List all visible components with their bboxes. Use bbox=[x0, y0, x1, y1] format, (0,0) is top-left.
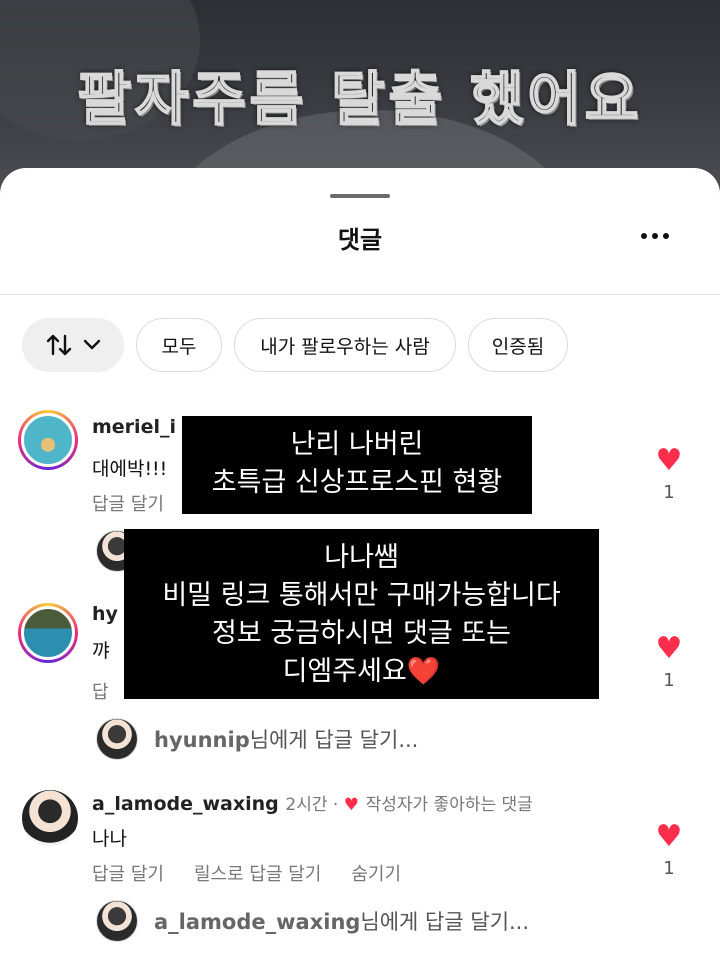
video-title: 팔자주름 탈출 했어요 bbox=[77, 64, 643, 134]
like-count: 1 bbox=[663, 858, 675, 879]
caption-line: 정보 궁금하시면 댓글 또는 bbox=[212, 618, 511, 649]
drag-handle[interactable] bbox=[330, 194, 390, 198]
liked-by-author-label: 작성자가 좋아하는 댓글 bbox=[365, 795, 533, 815]
meta-separator: · bbox=[327, 795, 344, 815]
reels-reply-button[interactable]: 릴스로 답글 달기 bbox=[194, 860, 321, 886]
caption-overlay-1: 난리 나버린 초특급 신상프로스핀 현황 bbox=[182, 416, 532, 514]
avatar[interactable] bbox=[18, 410, 78, 470]
like-count: 1 bbox=[663, 482, 675, 503]
username-text[interactable]: a_lamode_waxing bbox=[92, 793, 279, 815]
comment-text: 나나 bbox=[92, 828, 127, 850]
avatar bbox=[96, 900, 138, 942]
heart-icon[interactable]: ♥ bbox=[654, 446, 684, 476]
reply-button[interactable]: 답 bbox=[92, 678, 109, 704]
comment-text: 대에박!!! bbox=[92, 458, 168, 480]
avatar bbox=[96, 718, 138, 760]
like-control: ♥ 1 bbox=[654, 822, 684, 880]
comment-username[interactable]: meriel_i bbox=[92, 416, 176, 438]
comment-time: 2시간 bbox=[285, 795, 328, 815]
red-heart-emoji: ❤️ bbox=[406, 656, 441, 687]
comment-text: 꺄 bbox=[92, 640, 110, 662]
reply-prompt-text: 님에게 답글 달기... bbox=[360, 910, 530, 934]
reply-button[interactable]: 답글 달기 bbox=[92, 490, 164, 516]
comment-actions: 답글 달기 릴스로 답글 달기 숨기기 bbox=[92, 860, 401, 886]
comment-username[interactable]: a_lamode_waxing 2시간 · ♥ 작성자가 좋아하는 댓글 bbox=[92, 790, 533, 815]
reply-prompt[interactable]: hyunnip님에게 답글 달기... bbox=[96, 718, 418, 760]
divider bbox=[0, 294, 720, 295]
sheet-title: 댓글 bbox=[337, 226, 383, 254]
reply-prompt-text: 님에게 답글 달기... bbox=[249, 728, 419, 752]
heart-icon: ♥ bbox=[343, 795, 359, 815]
caption-line: 나나쌤 bbox=[324, 542, 399, 573]
caption-line: 초특급 신상프로스핀 현황 bbox=[211, 467, 503, 498]
caption-line: 디엠주세요 bbox=[282, 656, 407, 687]
comment-username[interactable]: hy bbox=[92, 603, 118, 625]
like-control: ♥ 1 bbox=[654, 634, 684, 692]
filter-following[interactable]: 내가 팔로우하는 사람 bbox=[234, 318, 456, 372]
reply-button[interactable]: 답글 달기 bbox=[92, 860, 164, 886]
comment-actions: 답 bbox=[92, 678, 109, 704]
like-control: ♥ 1 bbox=[654, 446, 684, 504]
avatar[interactable] bbox=[22, 790, 78, 846]
reply-target-username: hyunnip bbox=[154, 728, 250, 752]
hide-button[interactable]: 숨기기 bbox=[351, 860, 401, 886]
filter-chips: 모두 내가 팔로우하는 사람 인증됨 bbox=[22, 318, 568, 372]
heart-icon[interactable]: ♥ bbox=[654, 822, 684, 852]
heart-icon[interactable]: ♥ bbox=[654, 634, 684, 664]
comment-actions: 답글 달기 bbox=[92, 490, 164, 516]
caption-line-with-emoji: 디엠주세요❤️ bbox=[124, 653, 599, 691]
reply-prompt[interactable]: a_lamode_waxing님에게 답글 달기... bbox=[96, 900, 529, 942]
chevron-down-icon bbox=[83, 339, 101, 350]
sort-button[interactable] bbox=[22, 318, 124, 372]
caption-line: 난리 나버린 bbox=[290, 429, 424, 460]
filter-all[interactable]: 모두 bbox=[136, 318, 222, 372]
sort-arrows-icon bbox=[46, 334, 72, 356]
avatar[interactable] bbox=[18, 603, 78, 663]
reply-target-username: a_lamode_waxing bbox=[154, 910, 361, 934]
caption-overlay-2: 나나쌤 비밀 링크 통해서만 구매가능합니다 정보 궁금하시면 댓글 또는 디엠… bbox=[124, 529, 599, 699]
filter-verified[interactable]: 인증됨 bbox=[468, 318, 568, 372]
more-horizontal-icon[interactable] bbox=[638, 226, 672, 246]
like-count: 1 bbox=[663, 670, 675, 691]
caption-line: 비밀 링크 통해서만 구매가능합니다 bbox=[162, 580, 561, 611]
